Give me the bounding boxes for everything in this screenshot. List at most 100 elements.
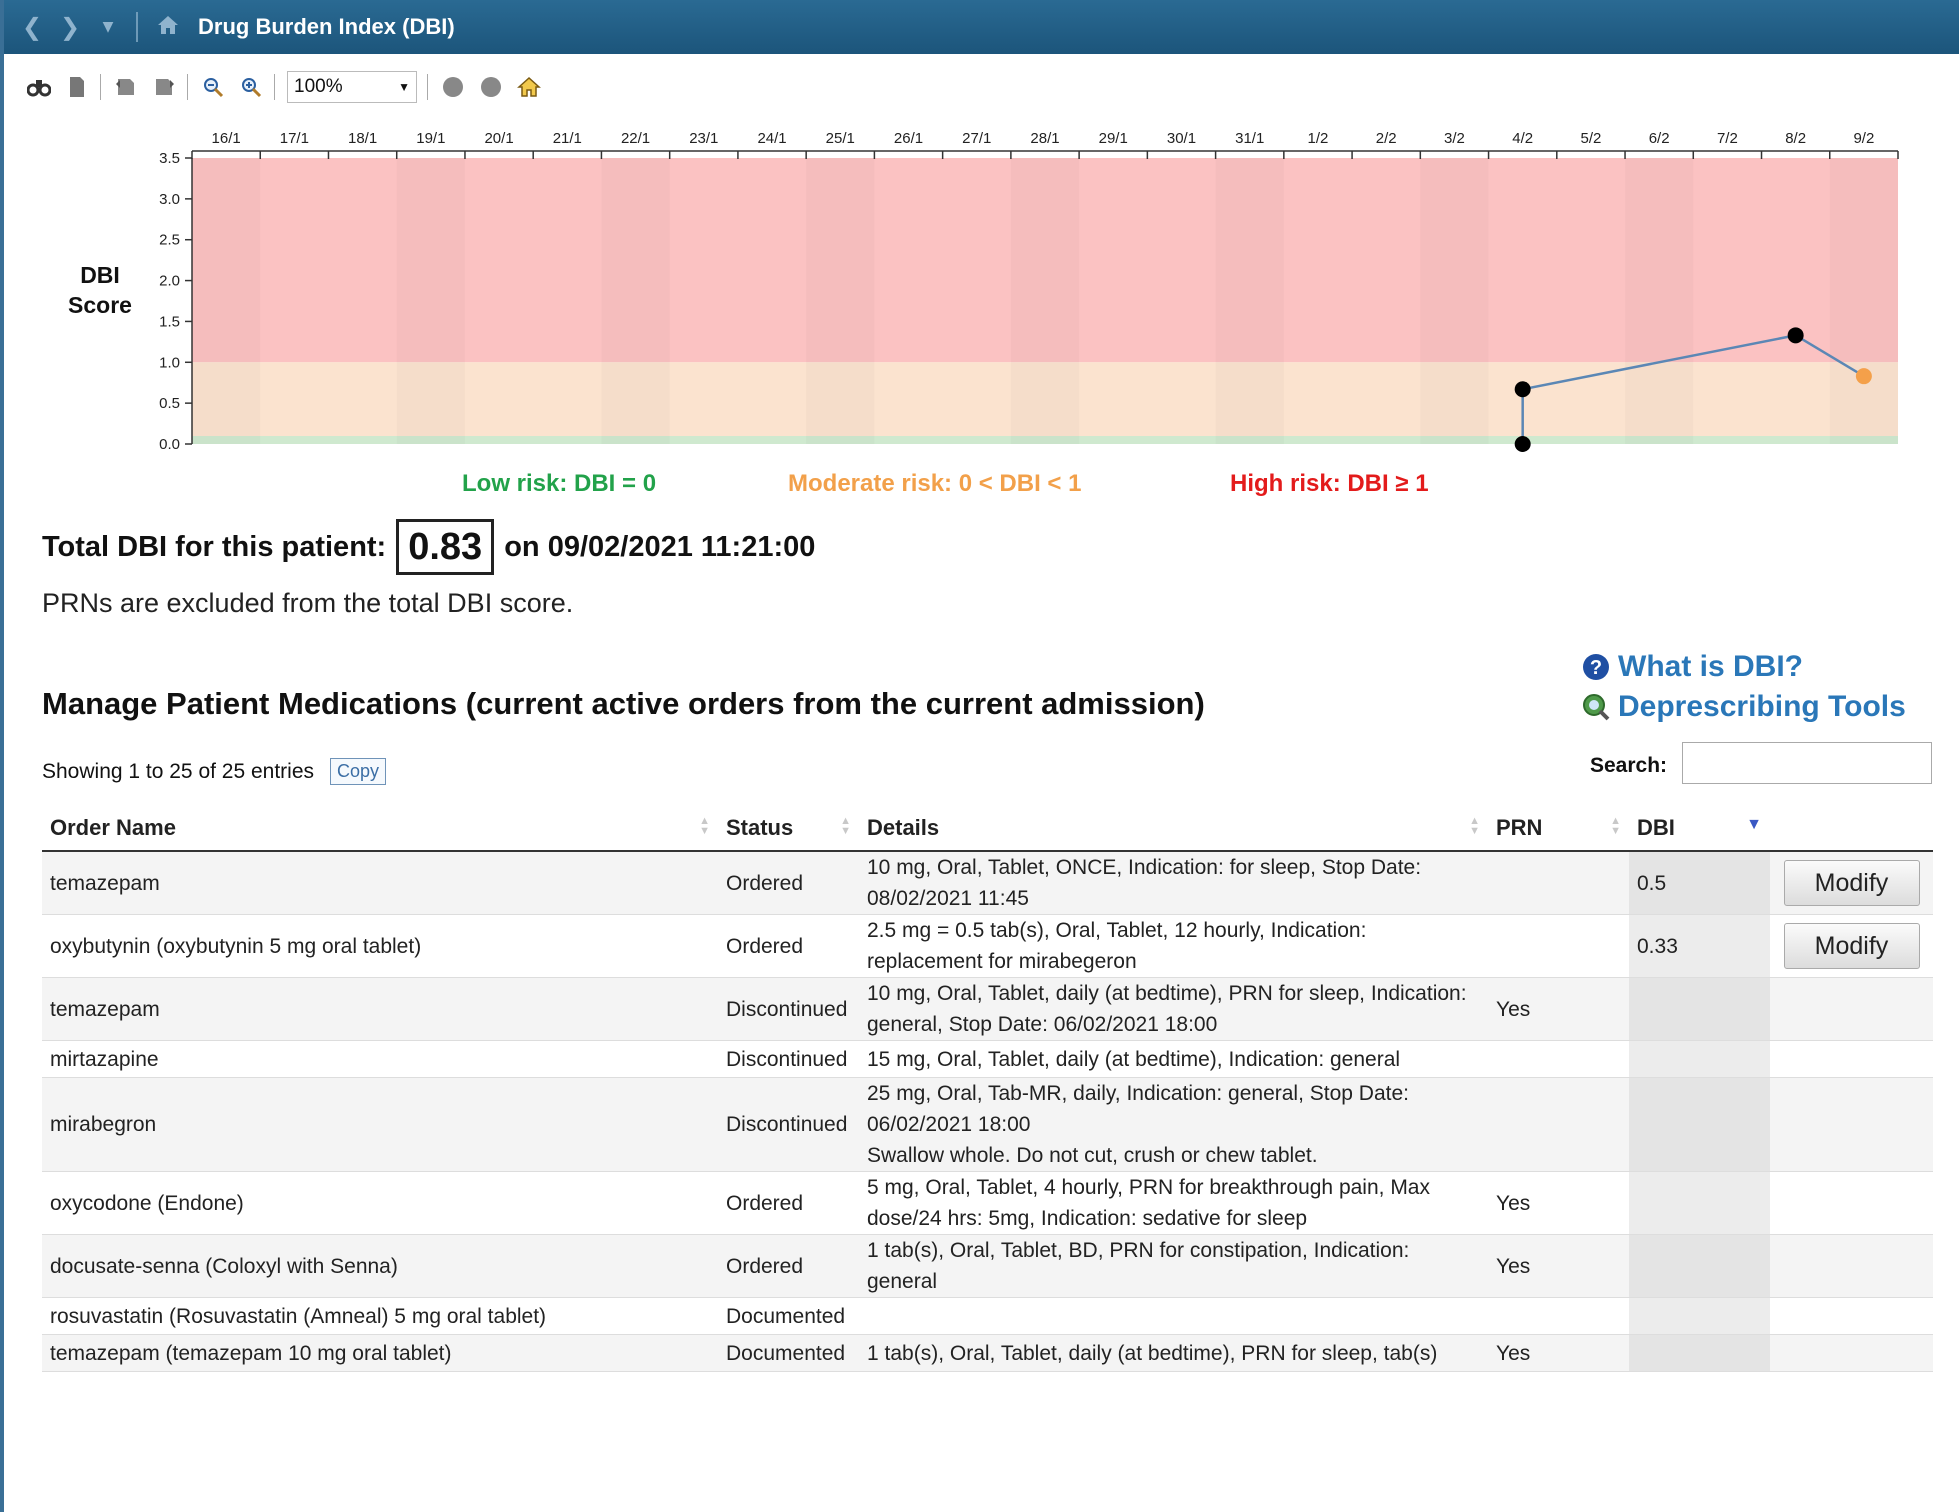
details-line: replacement for mirabegeron — [867, 950, 1137, 973]
y-tick-label: 3.5 — [159, 150, 180, 167]
details-cell: 1 tab(s), Oral, Tablet, BD, PRN for cons… — [859, 1234, 1488, 1298]
zoom-select[interactable]: 100% ▼ — [287, 71, 417, 103]
search-label: Search: — [1590, 754, 1668, 777]
what-is-dbi-link[interactable]: ? What is DBI? — [1582, 650, 1803, 684]
data-point — [1787, 327, 1804, 344]
total-dbi-score: 0.83 — [396, 519, 495, 575]
prn-cell — [1488, 1040, 1629, 1078]
dbi-cell — [1629, 1171, 1770, 1235]
table-row: temazepam Discontinued 10 mg, Oral, Tablet… — [42, 977, 1933, 1041]
details-cell: 2.5 mg = 0.5 tab(s), Oral, Tablet, 12 ho… — [859, 914, 1488, 978]
status-cell: Ordered — [718, 851, 859, 915]
circle-icon[interactable] — [478, 74, 504, 100]
column-header-details[interactable]: Details ▲ ▼ — [859, 806, 1488, 852]
order-name-cell: docusate-senna (Coloxyl with Senna) — [42, 1234, 718, 1298]
details-line: 10 mg, Oral, Tablet, daily (at bedtime),… — [867, 982, 1467, 1005]
x-tick-label: 31/1 — [1235, 130, 1264, 147]
x-tick-label: 19/1 — [416, 130, 445, 147]
y-tick-label: 2.0 — [159, 273, 180, 290]
prn-cell — [1488, 1077, 1629, 1172]
details-line: 08/02/2021 11:45 — [867, 887, 1029, 910]
table-row: temazepam Ordered 10 mg, Oral, Tablet, ONC… — [42, 851, 1933, 915]
status-cell: Discontinued — [718, 977, 859, 1041]
x-tick-label: 26/1 — [894, 130, 923, 147]
history-dropdown-icon[interactable]: ▼ — [98, 19, 118, 35]
x-tick-label: 24/1 — [757, 130, 786, 147]
table-row: mirabegron Discontinued 25 mg, Oral, Tab-M… — [42, 1077, 1933, 1172]
action-cell — [1770, 977, 1933, 1041]
x-tick-label: 28/1 — [1030, 130, 1059, 147]
zoom-in-icon[interactable] — [238, 74, 264, 100]
page-icon[interactable] — [64, 74, 90, 100]
column-shade — [1216, 158, 1284, 444]
order-name-cell: oxycodone (Endone) — [42, 1171, 718, 1235]
column-header-label: DBI — [1637, 815, 1675, 840]
column-shade — [1830, 158, 1898, 444]
copy-button[interactable]: Copy — [330, 758, 387, 785]
action-cell — [1770, 1297, 1933, 1335]
column-shade — [192, 158, 260, 444]
column-header-order-name[interactable]: Order Name ▲ ▼ — [42, 806, 718, 852]
section-title: Manage Patient Medications (current acti… — [42, 686, 1205, 721]
circle-icon[interactable] — [440, 74, 466, 100]
details-line: dose/24 hrs: 5mg, Indication: sedative f… — [867, 1207, 1308, 1230]
dbi-cell — [1629, 977, 1770, 1041]
y-tick-label: 3.0 — [159, 191, 180, 208]
dbi-cell — [1629, 1077, 1770, 1172]
x-tick-label: 21/1 — [553, 130, 582, 147]
details-line: Swallow whole. Do not cut, crush or chew… — [867, 1144, 1318, 1167]
column-shade — [1625, 158, 1693, 444]
sort-icon: ▲ ▼ — [699, 815, 710, 837]
search-input[interactable] — [1682, 742, 1932, 784]
x-tick-label: 4/2 — [1512, 130, 1533, 147]
print-preview-icon[interactable] — [151, 74, 177, 100]
order-name-cell: oxybutynin (oxybutynin 5 mg oral tablet) — [42, 914, 718, 978]
forward-arrow-icon[interactable]: ❯ — [60, 13, 80, 41]
column-header-status[interactable]: Status ▲ ▼ — [718, 806, 859, 852]
back-arrow-icon[interactable]: ❮ — [22, 13, 42, 41]
home-icon[interactable] — [516, 74, 542, 100]
column-header-label: Status — [726, 815, 794, 840]
x-tick-label: 25/1 — [826, 130, 855, 147]
dbi-cell — [1629, 1297, 1770, 1335]
legend-high-risk: High risk: DBI ≥ 1 — [1230, 470, 1429, 502]
column-header-prn[interactable]: PRN ▲ ▼ — [1488, 806, 1629, 852]
modify-button[interactable]: Modify — [1783, 860, 1920, 906]
column-header-label: Order Name — [50, 815, 176, 840]
x-tick-label: 3/2 — [1444, 130, 1465, 147]
prn-cell — [1488, 1297, 1629, 1335]
column-shade — [1011, 158, 1079, 444]
dbi-cell — [1629, 1334, 1770, 1372]
table-row: mirtazapine Discontinued 15 mg, Oral, Tabl… — [42, 1040, 1933, 1078]
deprescribing-tools-link[interactable]: Deprescribing Tools — [1582, 690, 1906, 724]
home-icon[interactable] — [156, 14, 180, 40]
y-axis-label: Score — [68, 292, 132, 318]
chevron-down-icon: ▼ — [398, 80, 410, 94]
data-point — [1855, 368, 1872, 385]
y-tick-label: 0.5 — [159, 395, 180, 412]
x-tick-label: 9/2 — [1853, 130, 1874, 147]
order-name-cell: mirtazapine — [42, 1040, 718, 1078]
column-header-actions — [1770, 806, 1933, 852]
find-icon[interactable] — [26, 74, 52, 100]
modify-button[interactable]: Modify — [1783, 923, 1920, 969]
table-row: oxybutynin (oxybutynin 5 mg oral tablet)… — [42, 914, 1933, 978]
prn-cell: Yes — [1488, 1234, 1629, 1298]
column-shade — [806, 158, 874, 444]
data-point — [1514, 381, 1531, 398]
x-tick-label: 27/1 — [962, 130, 991, 147]
sort-icon: ▲ ▼ — [1469, 815, 1480, 837]
zoom-out-icon[interactable] — [200, 74, 226, 100]
y-tick-label: 1.5 — [159, 313, 180, 330]
dbi-chart-svg: 16/1 17/1 18/1 19/1 20/1 21/1 22/1 23/1 24/1 25/1… — [68, 130, 1899, 453]
order-name-cell: temazepam — [42, 851, 718, 915]
column-header-dbi[interactable]: DBI ▼ — [1629, 806, 1770, 852]
details-line: 25 mg, Oral, Tab-MR, daily, Indication: … — [867, 1082, 1409, 1105]
x-tick-label: 2/2 — [1376, 130, 1397, 147]
title-separator — [136, 12, 138, 42]
total-dbi-date: on 09/02/2021 11:21:00 — [504, 530, 816, 563]
print-icon[interactable] — [113, 74, 139, 100]
action-cell: Modify — [1770, 851, 1933, 915]
toolbar-separator — [427, 74, 428, 100]
details-line: 5 mg, Oral, Tablet, 4 hourly, PRN for br… — [867, 1176, 1430, 1199]
